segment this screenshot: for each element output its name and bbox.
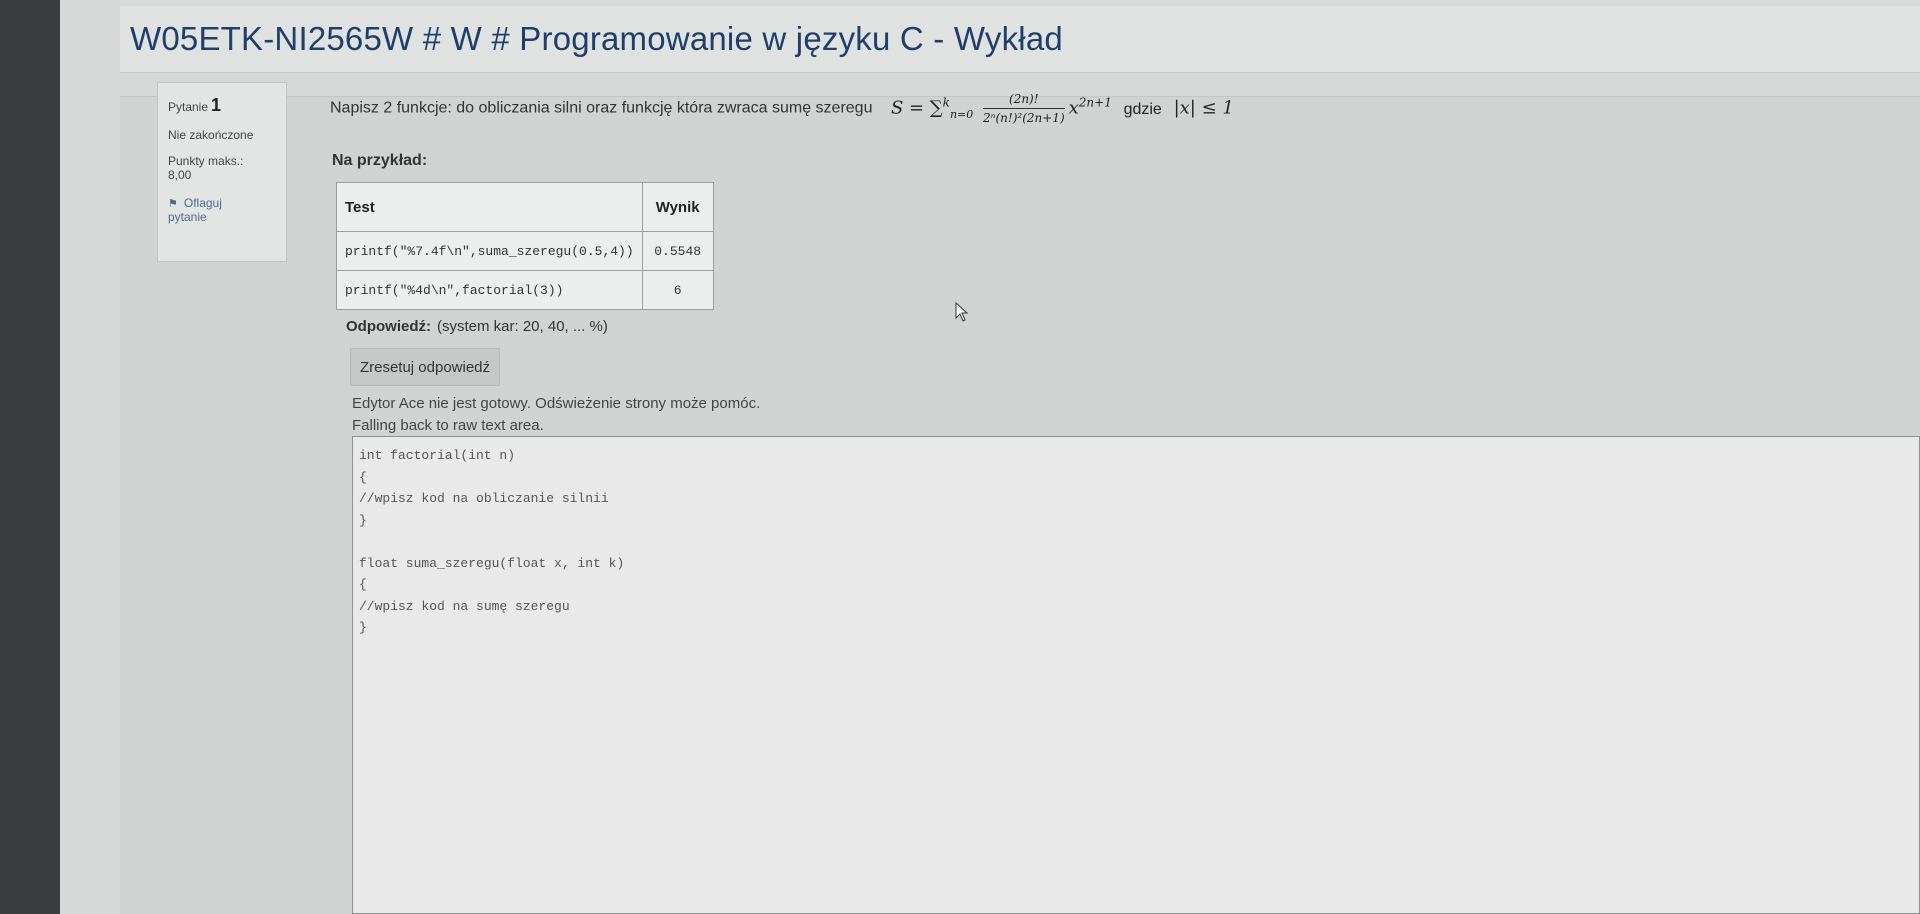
points-label: Punkty maks.: bbox=[168, 154, 244, 168]
sum-lower: n=0 bbox=[949, 108, 974, 122]
fraction-numerator: (2n)! bbox=[982, 92, 1065, 109]
question-number: Pytanie 1 bbox=[168, 95, 276, 116]
formula-lhs: S = ∑ bbox=[890, 97, 943, 119]
examples-table: Test Wynik printf("%7.4f\n",suma_szeregu… bbox=[336, 182, 714, 310]
question-prompt: Napisz 2 funkcje: do obliczania silni or… bbox=[330, 99, 873, 117]
question-status: Nie zakończone bbox=[168, 128, 254, 142]
question-text: Napisz 2 funkcje: do obliczania silni or… bbox=[330, 92, 1850, 125]
question-info-box: Pytanie 1 Nie zakończone Punkty maks.: 8,… bbox=[157, 82, 287, 262]
question-number-value: 1 bbox=[211, 95, 222, 115]
test-cell: printf("%4d\n",factorial(3)) bbox=[336, 270, 643, 310]
mouse-cursor-icon bbox=[955, 302, 969, 322]
fraction-denominator: 2ⁿ(n!)²(2n+1) bbox=[982, 111, 1065, 125]
flag-label-2: pytanie bbox=[168, 210, 207, 224]
penalty-hint: (system kar: 20, 40, ... %) bbox=[437, 318, 608, 335]
course-title[interactable]: W05ETK-NI2565W # W # Programowanie w jęz… bbox=[130, 20, 1063, 58]
answer-label: Odpowiedź: (system kar: 20, 40, ... %) bbox=[346, 318, 608, 335]
table-row: printf("%4d\n",factorial(3)) 6 bbox=[336, 270, 714, 310]
flag-label: Oflaguj bbox=[183, 196, 222, 210]
flag-question-link[interactable]: ⚑ Oflaguj pytanie bbox=[168, 196, 276, 224]
sum-upper: k bbox=[942, 95, 950, 110]
result-cell: 0.5548 bbox=[641, 231, 714, 271]
gdzie-word: gdzie bbox=[1123, 100, 1162, 118]
header-test: Test bbox=[336, 182, 643, 232]
fallback-notice: Falling back to raw text area. bbox=[352, 417, 544, 434]
power-base: x bbox=[1068, 97, 1079, 119]
flag-icon: ⚑ bbox=[168, 198, 178, 210]
formula-fraction: (2n)! 2ⁿ(n!)²(2n+1) bbox=[982, 92, 1065, 125]
condition: |x| ≤ 1 bbox=[1173, 97, 1234, 119]
power-exponent: 2n+1 bbox=[1078, 95, 1112, 110]
test-cell: printf("%7.4f\n",suma_szeregu(0.5,4)) bbox=[336, 231, 643, 271]
points-value: 8,00 bbox=[168, 168, 192, 182]
series-formula: S = ∑kn=0 (2n)! 2ⁿ(n!)²(2n+1) x2n+1 gdzi… bbox=[891, 92, 1234, 125]
browser-viewport: W05ETK-NI2565W # W # Programowanie w jęz… bbox=[60, 0, 1920, 914]
ace-not-ready-notice: Edytor Ace nie jest gotowy. Odświeżenie … bbox=[352, 395, 761, 412]
reset-answer-button[interactable]: Zresetuj odpowiedź bbox=[350, 348, 500, 386]
table-header-row: Test Wynik bbox=[336, 182, 714, 232]
answer-title: Odpowiedź: bbox=[346, 318, 431, 335]
table-row: printf("%7.4f\n",suma_szeregu(0.5,4)) 0.… bbox=[336, 231, 714, 271]
question-label: Pytanie bbox=[168, 100, 209, 114]
header-wynik: Wynik bbox=[641, 182, 714, 232]
code-answer-textarea[interactable]: int factorial(int n) { //wpisz kod na ob… bbox=[352, 436, 1920, 914]
example-label: Na przykład: bbox=[332, 152, 428, 169]
result-cell: 6 bbox=[641, 270, 714, 310]
